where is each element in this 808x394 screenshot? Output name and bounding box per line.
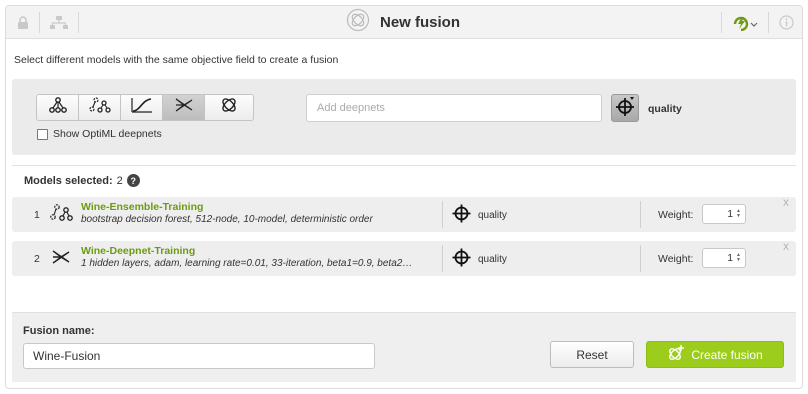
page-title: New fusion: [380, 14, 461, 31]
instructions-text: Select different models with the same ob…: [14, 54, 339, 66]
row-divider: [640, 245, 641, 272]
model-row-index: 2: [34, 253, 40, 265]
fusion-name-label: Fusion name:: [23, 325, 95, 337]
weight-value: 1: [727, 252, 734, 264]
lock-icon[interactable]: [14, 6, 32, 39]
section-divider: [12, 165, 796, 166]
fusion-footer: Fusion name: Reset Create fusion: [12, 312, 796, 382]
fusion-logo-icon: [346, 8, 370, 37]
row-divider: [442, 201, 443, 228]
toolbar-divider: [39, 12, 40, 33]
fusion-add-icon: [667, 344, 685, 365]
row-divider: [640, 201, 641, 228]
create-fusion-button[interactable]: Create fusion: [646, 341, 784, 368]
logistic-regression-icon: [130, 97, 153, 118]
toolbar-divider: [721, 12, 722, 33]
deepnet-icon: [50, 247, 72, 272]
model-name-link[interactable]: Wine-Ensemble-Training: [81, 201, 203, 213]
models-selected-header: Models selected: 2 ?: [24, 174, 140, 187]
model-type-button-fusion[interactable]: [205, 95, 253, 120]
fusion-window: New fusion Select different models with …: [5, 5, 803, 389]
optiml-toggle[interactable]: Show OptiML deepnets: [37, 128, 162, 140]
model-type-button-model[interactable]: [37, 95, 79, 120]
fusion-icon: [220, 96, 238, 119]
toolbar-divider: [768, 12, 769, 33]
deepnet-icon: [174, 97, 194, 118]
model-target: quality: [452, 248, 507, 270]
objective-field-label: quality: [648, 103, 682, 115]
model-type-button-logistic[interactable]: [121, 95, 163, 120]
add-deepnets-input[interactable]: [306, 94, 602, 122]
model-description: bootstrap decision forest, 512-node, 10-…: [81, 214, 373, 225]
optiml-checkbox[interactable]: [37, 128, 48, 140]
network-icon[interactable]: [48, 6, 70, 39]
reset-button[interactable]: Reset: [550, 341, 634, 368]
crosshair-target-icon: [452, 204, 471, 226]
model-description: 1 hidden layers, adam, learning rate=0.0…: [81, 258, 416, 269]
model-type-button-ensemble[interactable]: [79, 95, 121, 120]
model-type-buttons: [36, 94, 254, 121]
create-fusion-label: Create fusion: [691, 347, 763, 362]
refresh-bolt-icon[interactable]: [730, 6, 760, 39]
model-row: 1 Wine-Ensemble-Training bootstrap decis…: [12, 197, 796, 232]
toolbar-divider: [78, 12, 79, 33]
spinner-arrows-icon[interactable]: ▲ ▼: [736, 253, 741, 263]
model-row-index: 1: [34, 209, 40, 221]
crosshair-target-icon: [615, 96, 635, 121]
help-icon[interactable]: ?: [126, 174, 140, 187]
fusion-name-input[interactable]: [23, 343, 375, 369]
ensemble-icon: [88, 97, 111, 118]
model-target-label: quality: [478, 209, 507, 221]
weight-label: Weight:: [658, 209, 694, 221]
title-area: New fusion: [346, 6, 460, 39]
info-icon[interactable]: [776, 6, 796, 39]
model-icon: [48, 97, 68, 118]
model-target-label: quality: [478, 253, 507, 265]
model-type-button-deepnet[interactable]: [163, 95, 205, 120]
weight-stepper[interactable]: 1 ▲ ▼: [702, 204, 746, 224]
model-selector-panel: quality Show OptiML deepnets: [12, 79, 796, 155]
optiml-label: Show OptiML deepnets: [53, 128, 162, 140]
weight-value: 1: [727, 208, 734, 220]
model-row: 2 Wine-Deepnet-Training 1 hidden layers,…: [12, 241, 796, 276]
remove-model-button[interactable]: X: [783, 198, 789, 208]
objective-field-button[interactable]: [611, 94, 639, 122]
crosshair-target-icon: [452, 248, 471, 270]
model-name-link[interactable]: Wine-Deepnet-Training: [81, 245, 195, 257]
models-selected-count: 2: [116, 174, 123, 187]
ensemble-icon: [50, 203, 74, 228]
row-divider: [442, 245, 443, 272]
model-target: quality: [452, 204, 507, 226]
models-selected-label: Models selected:: [24, 174, 113, 187]
spinner-arrows-icon[interactable]: ▲ ▼: [736, 209, 741, 219]
top-bar: New fusion: [6, 6, 802, 39]
weight-label: Weight:: [658, 253, 694, 265]
remove-model-button[interactable]: X: [783, 242, 789, 252]
weight-stepper[interactable]: 1 ▲ ▼: [702, 248, 746, 268]
